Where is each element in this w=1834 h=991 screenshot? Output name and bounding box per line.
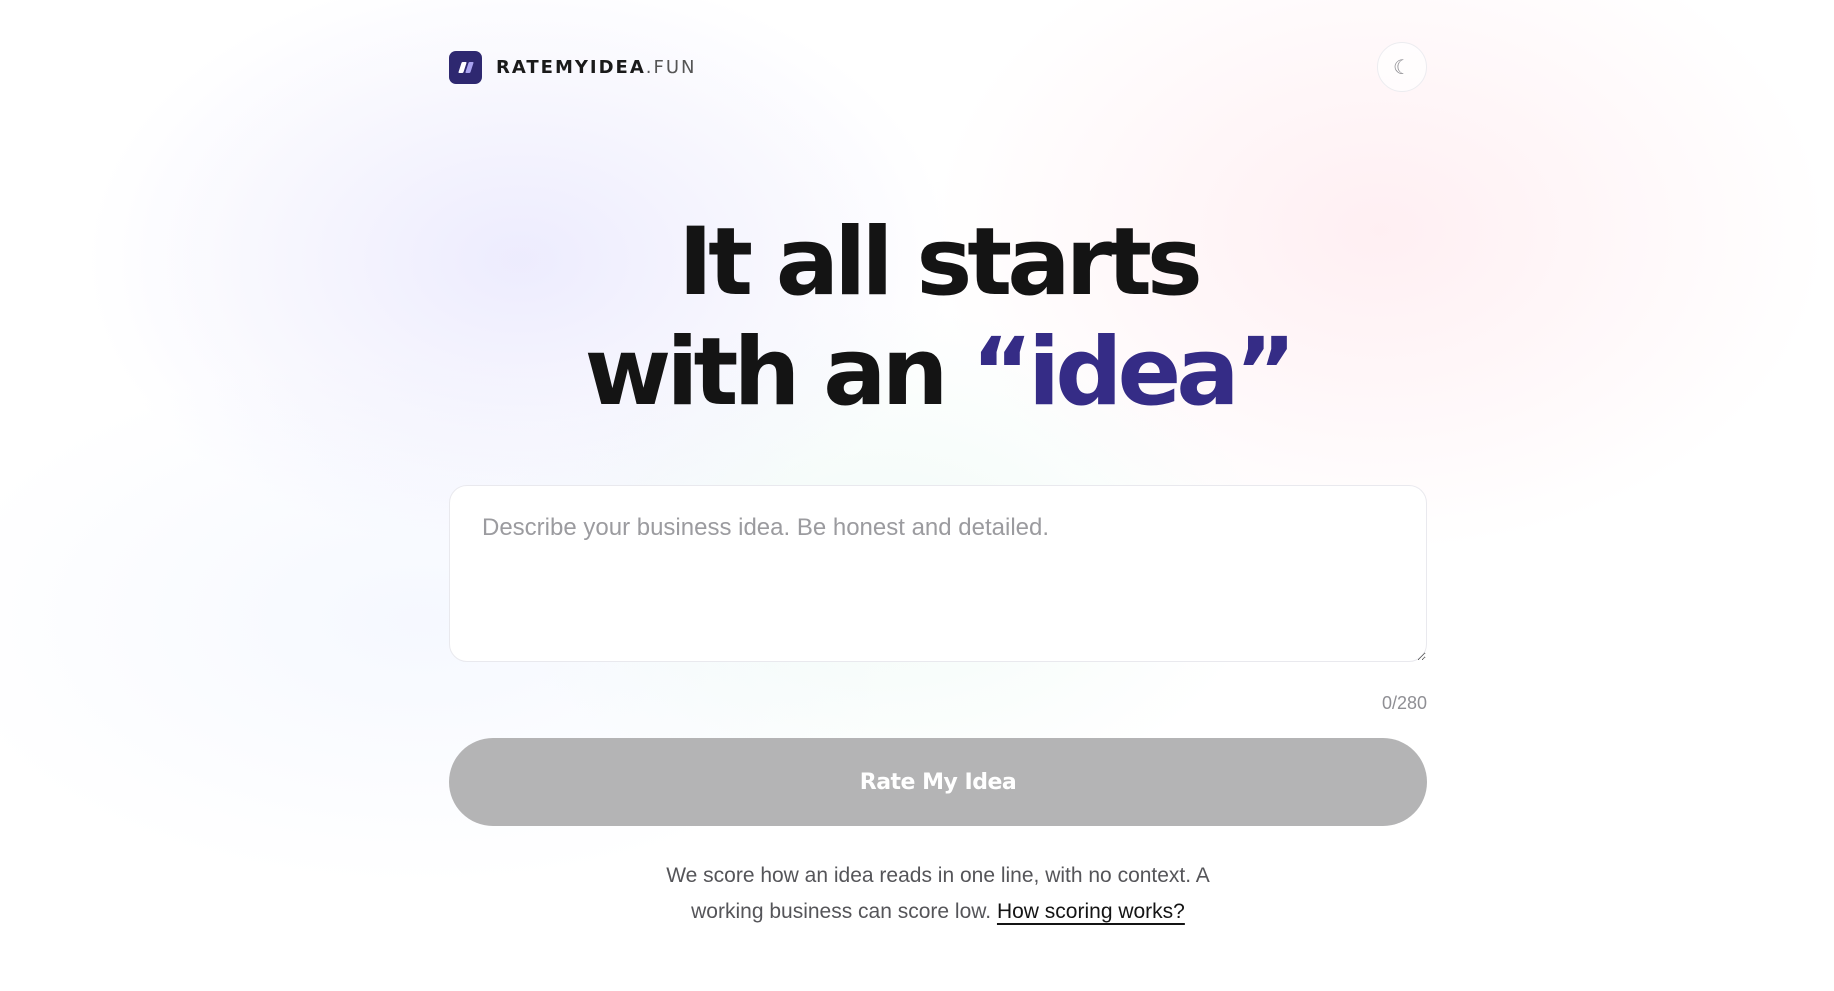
idea-input[interactable] bbox=[449, 485, 1427, 662]
moon-icon: ☾ bbox=[1393, 56, 1411, 79]
brand-logo-link[interactable]: RATEMYIDEA.FUN bbox=[449, 50, 697, 84]
how-scoring-works-link[interactable]: How scoring works? bbox=[997, 900, 1185, 923]
rate-my-idea-button[interactable]: Rate My Idea bbox=[449, 738, 1427, 826]
header: RATEMYIDEA.FUN ☾ bbox=[449, 42, 1427, 92]
brand-tld: .FUN bbox=[645, 56, 697, 78]
character-counter: 0/280 bbox=[1381, 693, 1427, 713]
brand-name-text: RATEMYIDEA bbox=[496, 56, 646, 78]
scoring-note: We score how an idea reads in one line, … bbox=[638, 858, 1238, 930]
hero-accent-word: “idea” bbox=[971, 318, 1296, 427]
brand-name: RATEMYIDEA.FUN bbox=[496, 57, 697, 78]
hero-line-1: It all starts bbox=[678, 208, 1203, 317]
page: RATEMYIDEA.FUN ☾ It all starts with an “… bbox=[449, 0, 1427, 991]
hero-line-2: with an “idea” bbox=[449, 318, 1427, 428]
hero-heading: It all starts with an “idea” bbox=[449, 208, 1427, 428]
hero-line-2-prefix: with an bbox=[584, 318, 972, 427]
logo-icon bbox=[449, 50, 482, 84]
theme-toggle-button[interactable]: ☾ bbox=[1377, 42, 1427, 92]
